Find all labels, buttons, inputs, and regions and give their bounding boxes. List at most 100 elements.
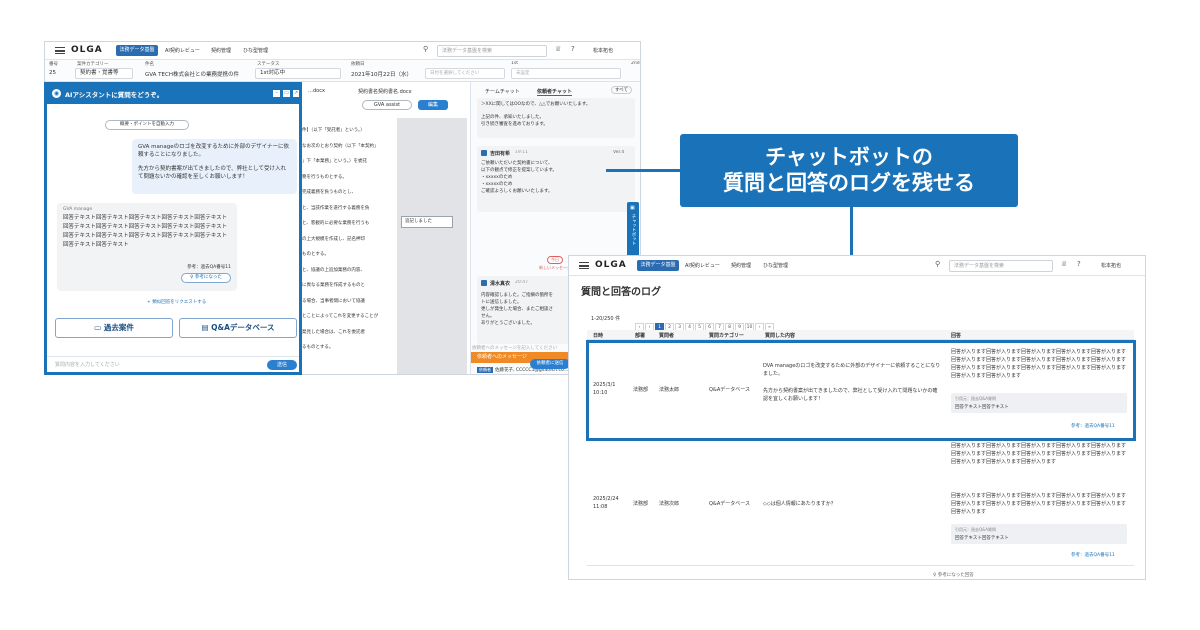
chat-icon: ▣ — [630, 205, 635, 211]
search-input[interactable]: 法務データ基盤を検索 — [437, 45, 547, 57]
send-to-requester-button[interactable]: 依頼者に送信 — [530, 359, 570, 369]
message-time: 20:47 — [515, 280, 528, 285]
top-nav-bar: OLGA 法務データ基盤 AI契約レビュー 契約管理 ひな型管理 ⚲ 法務データ… — [45, 42, 640, 60]
nav-ai-review[interactable]: AI契約レビュー — [165, 47, 200, 54]
nav-legal-data[interactable]: 法務データ基盤 — [637, 260, 679, 271]
document-margin — [397, 118, 467, 374]
tab-team-chat[interactable]: チームチャット — [485, 88, 520, 95]
due-date-select[interactable]: 日付を選択してください — [425, 68, 505, 79]
request-label: 類似回答をリクエストする — [152, 300, 207, 305]
popout-icon[interactable]: ↗ — [293, 90, 299, 97]
nav-contract-mgmt[interactable]: 契約管理 — [731, 262, 751, 269]
nav-ai-review[interactable]: AI契約レビュー — [685, 262, 720, 269]
document-line: とことによってこれを変更することが — [302, 314, 379, 319]
user-message-text: GVA manageのロゴを改変するために外部のデザイナーに依頼することになりま… — [138, 144, 290, 158]
document-text: 件】（以下「受託者」という。） なお次のとおり契約（以下「本契約」 」下「本業務」と… — [300, 127, 396, 367]
highlight-frame — [586, 340, 1136, 441]
user-name[interactable]: 松本拓也 — [593, 47, 613, 54]
category-select[interactable]: 契約書・覚書等 — [75, 68, 133, 79]
past-cases-label: 過去案件 — [103, 323, 134, 332]
table-row[interactable]: 2025/2/24 11:08 法務部 法務次郎 Q&Aデータベース ◇◇は個人… — [587, 440, 1134, 566]
col-answer[interactable]: 回答 — [951, 332, 961, 339]
help-icon[interactable]: ? — [571, 45, 575, 53]
label-title: 件名 — [145, 62, 154, 67]
edit-button[interactable]: 編集 — [418, 100, 448, 110]
past-cases-button[interactable]: ▭ 過去案件 — [55, 318, 173, 338]
col-category[interactable]: 質問カテゴリー — [709, 332, 744, 339]
label-no: 番号 — [49, 62, 58, 67]
label-category: 案件カテゴリー — [77, 62, 109, 67]
col-question[interactable]: 質問した内容 — [765, 332, 795, 339]
document-line: の上大規模を作成し、記名押印 — [302, 236, 365, 242]
case-date: 2021年10月22日（水） — [351, 72, 412, 78]
gva-assist-button[interactable]: GVA assist — [362, 100, 412, 110]
document-line: 完成義務を負うものとし、 — [302, 190, 356, 195]
helpful-footer: ♀ 参考になった回答 — [933, 572, 974, 578]
help-icon[interactable]: ? — [1077, 260, 1081, 268]
nav-template-mgmt[interactable]: ひな型管理 — [243, 47, 268, 54]
minimize-icon[interactable]: – — [273, 90, 280, 97]
document-line: に異なる業務を作成するものと — [302, 283, 365, 288]
doc-tab-1[interactable]: …docx — [308, 88, 325, 94]
logo: OLGA — [595, 260, 627, 270]
filter-all[interactable]: すべて — [611, 86, 633, 94]
document-line: 件】（以下「受託者」という。） — [302, 128, 365, 133]
requester-tag: 依頼者 — [477, 367, 493, 373]
nav-template-mgmt[interactable]: ひな型管理 — [763, 262, 788, 269]
menu-icon[interactable] — [579, 262, 589, 269]
message-text: トに送信しました。 — [481, 300, 522, 305]
table-header: 日時 部署 質問者 質問カテゴリー 質問した内容 回答 — [587, 330, 1134, 340]
reference-link[interactable]: 参考：過去QA番号11 — [1071, 552, 1115, 558]
assignee-select[interactable]: 未設定 — [511, 68, 621, 79]
request-similar-link[interactable]: + 類似回答をリクエストする — [147, 299, 206, 305]
nav-contract-mgmt[interactable]: 契約管理 — [211, 47, 231, 54]
status-select[interactable]: 1st対応中 — [255, 68, 341, 79]
row-date: 2025/2/24 — [593, 496, 619, 502]
reference-text: 回答テキスト回答テキスト — [955, 536, 1009, 541]
comment-box[interactable]: 追記しました — [401, 216, 453, 228]
document-line: る場合、当事者間において協議 — [302, 298, 365, 304]
chat-bubble-icon: ▭ — [94, 323, 104, 332]
bot-name: GVA manage — [63, 207, 93, 212]
message-text: 上記の件、承知いたしました。 — [481, 115, 544, 120]
message-time: 19:11 — [515, 150, 528, 155]
autofill-button[interactable]: 概要・ポイントを自動入力 — [105, 120, 189, 130]
menu-icon[interactable] — [55, 47, 65, 54]
qa-database-button[interactable]: ▤ Q&Aデータベース — [179, 318, 297, 338]
qa-database-label: Q&Aデータベース — [211, 323, 275, 332]
message-text: 以下の観点で修正を提案しています。 — [481, 168, 557, 173]
send-button[interactable]: 送信 — [267, 360, 297, 370]
question-input[interactable]: 質問内容を入力してください — [55, 361, 260, 368]
date-separator: 今日 — [547, 256, 563, 264]
chatbot-side-tab[interactable]: ▣ チャットボット — [627, 202, 639, 258]
col-dept[interactable]: 部署 — [635, 332, 645, 339]
label-status: ステータス — [257, 62, 280, 67]
search-input[interactable]: 法務データ基盤を検索 — [949, 260, 1053, 272]
col-user[interactable]: 質問者 — [659, 332, 674, 339]
label-date: 依頼日 — [351, 62, 365, 67]
requester-message-input[interactable]: 依頼者へのメッセージを記入してください — [472, 345, 576, 351]
tab-client-chat[interactable]: 依頼者チャット — [537, 88, 572, 96]
helpful-button[interactable]: ♀ 参考になった — [181, 273, 231, 283]
nav-legal-data[interactable]: 法務データ基盤 — [116, 45, 158, 56]
message-card: ＞XXに関してはOOなので、△△でお願いいたします。 上記の件、承知いたしました… — [477, 98, 635, 138]
message-text: せん。 — [481, 314, 495, 319]
search-icon: ⚲ — [423, 45, 429, 53]
document-line: と、当該作業を遂行する義務を負 — [302, 205, 370, 211]
message-text: 内容確認しました。ご指摘の箇所を — [481, 293, 553, 298]
col-date[interactable]: 日時 — [593, 332, 603, 339]
row-question: ◇◇は個人情報にあたりますか？ — [763, 501, 836, 507]
document-line: と、協議の上追加業務の内容、 — [302, 267, 365, 273]
expand-icon[interactable]: ▭ — [283, 90, 290, 97]
document-line: 務を行うものとする。 — [302, 174, 347, 180]
bot-icon: ◉ — [52, 89, 61, 98]
callout-line-2: 質問と回答のログを残せる — [723, 171, 975, 195]
gift-icon[interactable]: ♕ — [555, 45, 561, 53]
doc-tab-2[interactable]: 契約書名契約書名.docx — [358, 88, 412, 95]
callout-banner: チャットボットの 質問と回答のログを残せる — [680, 134, 1018, 207]
message-text: ご依頼いただいた契約書について、 — [481, 161, 553, 166]
case-title: GVA TECH株式会社との業務提携の件 — [145, 72, 239, 78]
reference-link[interactable]: 参考：過去QA番号11 — [187, 264, 231, 270]
user-name[interactable]: 松本拓也 — [1101, 262, 1121, 269]
gift-icon[interactable]: ♕ — [1061, 260, 1067, 268]
